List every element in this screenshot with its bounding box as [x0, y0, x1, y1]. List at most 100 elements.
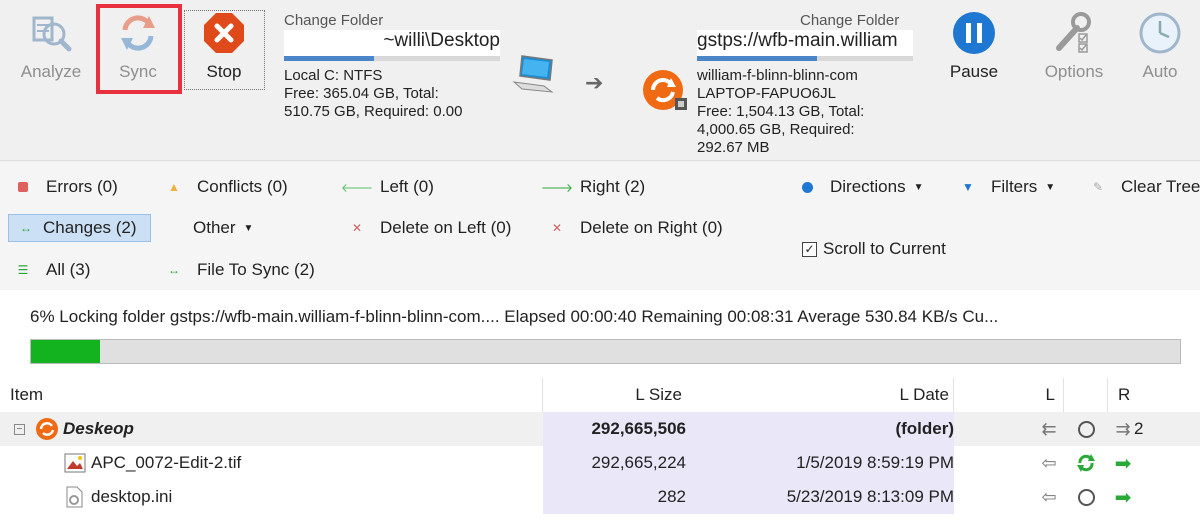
table-row[interactable]: − Deskeop 292,665,506 (folder) ⇇ ⇉ 2: [0, 412, 1200, 446]
filter-file-to-sync-label: File To Sync (2): [197, 260, 315, 279]
filter-panel: Errors (0) ▲ Conflicts (0) 🡐 Left (0) 🡒 …: [0, 160, 1200, 290]
clock-icon: [1135, 8, 1185, 58]
delete-left-icon: ✕: [351, 221, 363, 235]
filter-delete-right-label: Delete on Right (0): [580, 218, 723, 237]
changes-icon: ↔: [20, 221, 32, 235]
sync-status-icon[interactable]: [1072, 446, 1100, 480]
wrench-icon: [1049, 8, 1099, 58]
other-dropdown[interactable]: Other ▼: [193, 214, 253, 242]
chevron-down-icon: ▼: [1045, 181, 1056, 193]
sync-button[interactable]: Sync: [98, 8, 178, 90]
filter-delete-left[interactable]: ✕ Delete on Left (0): [346, 214, 511, 242]
file-date-text: 5/23/2019 8:13:09 PM: [786, 487, 954, 506]
scroll-to-current-checkbox[interactable]: ✓ Scroll to Current: [802, 235, 946, 263]
auto-button[interactable]: Auto: [1120, 8, 1200, 90]
right-change-folder-link[interactable]: Change Folder: [800, 12, 899, 30]
other-label: Other: [193, 218, 236, 237]
clear-tree-button[interactable]: ✎ Clear Tree: [1087, 173, 1200, 201]
settings-file-icon: [64, 480, 84, 514]
status-panel: 6% Locking folder gstps://wfb-main.willi…: [0, 290, 1200, 378]
right-path-underline: [697, 56, 817, 61]
folder-size: 292,665,506: [543, 412, 686, 446]
directions-dropdown[interactable]: Directions ▼: [796, 173, 924, 201]
filter-all-label: All (3): [46, 260, 91, 279]
arrow-left-icon: 🡐: [340, 180, 374, 195]
arrow-left-outline-icon[interactable]: ⇦: [1034, 480, 1064, 514]
clear-tree-label: Clear Tree: [1121, 177, 1200, 196]
progress-bar-fill: [31, 340, 100, 363]
directions-icon: [796, 181, 818, 193]
computer-icon: [510, 52, 556, 101]
auto-label: Auto: [1142, 62, 1178, 81]
filter-file-to-sync[interactable]: ↔ File To Sync (2): [163, 256, 315, 284]
folder-size-text: 292,665,506: [591, 419, 686, 438]
filter-delete-right[interactable]: ✕ Delete on Right (0): [546, 214, 723, 242]
left-change-folder-link[interactable]: Change Folder: [284, 12, 383, 30]
pause-button[interactable]: Pause: [934, 8, 1014, 90]
chevron-down-icon: ▼: [913, 181, 924, 193]
right-machine-info: LAPTOP-FAPUO6JL: [697, 85, 836, 102]
arrow-right-icon: 🡒: [540, 180, 574, 195]
column-header-item[interactable]: Item: [0, 378, 543, 412]
column-header-ldate-label: L Date: [899, 385, 949, 404]
analyze-label: Analyze: [20, 62, 82, 81]
file-date-text: 1/5/2019 8:59:19 PM: [796, 453, 954, 472]
filter-changes[interactable]: ↔ Changes (2): [8, 214, 151, 242]
filter-left[interactable]: 🡐 Left (0): [340, 173, 434, 201]
eraser-icon: ✎: [1092, 180, 1104, 194]
column-header-ldate[interactable]: L Date: [686, 378, 954, 412]
column-header-r[interactable]: R: [1108, 378, 1200, 412]
pause-label: Pause: [949, 62, 999, 81]
chevron-down-icon: ▼: [243, 222, 254, 234]
filters-dropdown[interactable]: ▼ Filters ▼: [957, 173, 1055, 201]
column-header-l-label: L: [1045, 385, 1055, 404]
filter-conflicts[interactable]: ▲ Conflicts (0): [163, 173, 288, 201]
column-header-lsize[interactable]: L Size: [543, 378, 686, 412]
filter-conflicts-label: Conflicts (0): [197, 177, 288, 196]
right-free-info: Free: 1,504.13 GB, Total:: [697, 103, 865, 120]
left-folder-path-text: ~willi\Desktop: [383, 30, 500, 51]
file-name: APC_0072-Edit-2.tif: [91, 453, 242, 472]
filter-errors[interactable]: Errors (0): [12, 173, 118, 201]
filter-right-label: Right (2): [580, 177, 646, 196]
image-file-icon: [64, 446, 86, 480]
arrow-right-green-icon[interactable]: ➡: [1110, 480, 1136, 514]
analyze-button[interactable]: Analyze: [11, 8, 91, 90]
double-arrow-left-icon[interactable]: ⇇: [1034, 412, 1064, 446]
table-row[interactable]: desktop.ini 282 5/23/2019 8:13:09 PM ⇦ ➡: [0, 480, 1200, 514]
scroll-to-current-label: Scroll to Current: [823, 239, 946, 258]
left-total-info: 510.75 GB, Required: 0.00: [284, 103, 463, 120]
arrow-left-outline-icon[interactable]: ⇦: [1034, 446, 1064, 480]
status-text: 6% Locking folder gstps://wfb-main.willi…: [30, 307, 999, 326]
column-header-action[interactable]: [1064, 378, 1108, 412]
collapse-toggle-icon[interactable]: −: [14, 412, 25, 446]
column-header-l[interactable]: L: [954, 378, 1064, 412]
arrow-right-green-icon[interactable]: ➡: [1110, 446, 1136, 480]
stop-button[interactable]: Stop: [184, 8, 264, 90]
circle-icon[interactable]: [1072, 412, 1100, 446]
right-total-info: 4,000.65 GB, Required:: [697, 121, 855, 138]
stop-icon: [199, 8, 249, 58]
options-button[interactable]: Options: [1034, 8, 1114, 90]
circle-icon[interactable]: [1072, 480, 1100, 514]
column-header-lsize-label: L Size: [635, 385, 682, 404]
options-label: Options: [1044, 62, 1104, 81]
left-folder-path[interactable]: ~willi\Desktop: [284, 30, 500, 58]
file-tree-table: Item L Size L Date L R − Deskeop 292,665…: [0, 378, 1200, 526]
file-size: 282: [543, 480, 686, 514]
file-size-text: 292,665,224: [591, 453, 686, 472]
left-free-info: Free: 365.04 GB, Total:: [284, 85, 439, 102]
checkmark-icon: ✓: [802, 241, 817, 257]
progress-bar: [30, 339, 1181, 364]
file-date: 5/23/2019 8:13:09 PM: [686, 480, 954, 514]
delete-right-icon: ✕: [551, 221, 563, 235]
filter-all[interactable]: ☰ All (3): [12, 256, 91, 284]
folder-name: Deskeop: [63, 419, 134, 438]
table-row[interactable]: APC_0072-Edit-2.tif 292,665,224 1/5/2019…: [0, 446, 1200, 480]
warning-icon: ▲: [168, 180, 180, 194]
right-folder-path[interactable]: gstps://wfb-main.william: [697, 30, 913, 58]
filter-right[interactable]: 🡒 Right (2): [540, 173, 646, 201]
folder-right-count: 2: [1134, 419, 1144, 438]
directions-label: Directions: [830, 177, 906, 196]
double-arrow-right-icon[interactable]: ⇉: [1110, 412, 1136, 446]
